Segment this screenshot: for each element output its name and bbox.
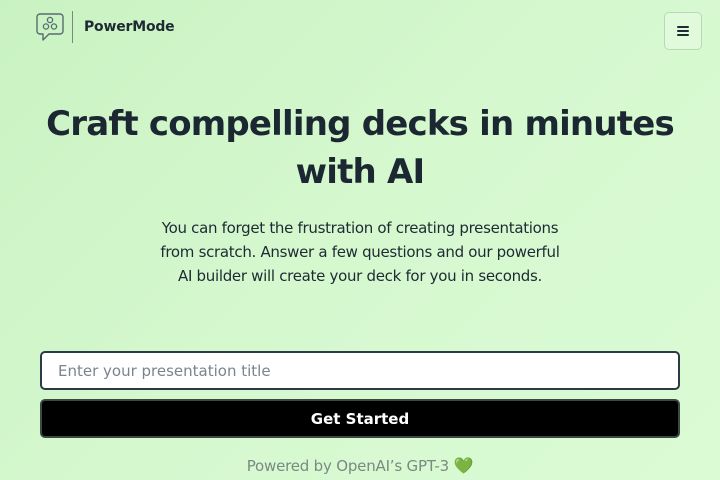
green-heart-icon: 💚 xyxy=(453,456,474,475)
hero-title: Craft compelling decks in minutes with A… xyxy=(46,104,675,192)
powered-by-note: Powered by OpenAI’s GPT-3 💚 xyxy=(160,456,560,475)
brand-logo[interactable]: PowerMode xyxy=(36,10,175,44)
hamburger-icon xyxy=(677,26,689,36)
hero-subtitle: You can forget the frustration of creati… xyxy=(160,219,560,285)
site-header: PowerMode xyxy=(0,0,720,56)
powered-by-text: Powered by OpenAI’s GPT-3 xyxy=(246,457,449,475)
brand-name: PowerMode xyxy=(84,19,175,35)
chat-bubble-nodes-icon xyxy=(36,13,64,41)
presentation-title-input[interactable] xyxy=(40,351,680,390)
logo-divider xyxy=(72,11,73,43)
menu-button[interactable] xyxy=(664,12,702,50)
get-started-button[interactable]: Get Started xyxy=(40,399,680,438)
